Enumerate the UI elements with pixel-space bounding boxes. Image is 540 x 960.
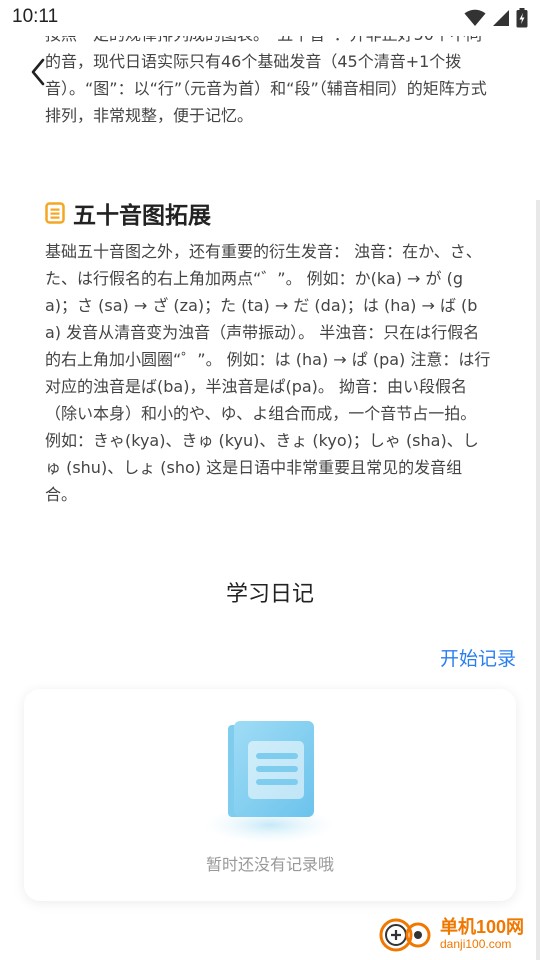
empty-record-card: 暂时还没有记录哦 — [24, 689, 516, 901]
intro-paragraph: 按照一定的规律排列成的图表。“五十音”：并非正好50个不同的音，现代日语实际只有… — [45, 36, 487, 125]
document-icon — [45, 202, 65, 224]
watermark-logo-icon — [379, 918, 431, 952]
diary-title: 学习日记 — [225, 582, 314, 607]
watermark: 单机100网 danji100.com — [376, 912, 536, 956]
battery-icon — [516, 8, 528, 28]
empty-notebook-icon — [204, 721, 336, 843]
watermark-text: 单机100网 danji100.com — [440, 918, 524, 950]
watermark-title: 单机100网 — [440, 917, 525, 937]
status-time: 10:11 — [12, 6, 59, 27]
status-bar: 10:11 — [0, 0, 540, 36]
back-button[interactable] — [22, 56, 54, 88]
status-icons — [464, 6, 528, 30]
signal-icon — [493, 10, 509, 26]
wifi-icon — [464, 9, 486, 26]
section-title: 五十音图拓展 — [73, 203, 211, 229]
watermark-url: danji100.com — [440, 937, 512, 951]
start-record-button[interactable]: 开始记录 — [440, 644, 516, 671]
empty-record-text: 暂时还没有记录哦 — [205, 855, 334, 874]
content-scroll[interactable]: 按照一定的规律排列成的图表。“五十音”：并非正好50个不同的音，现代日语实际只有… — [0, 36, 540, 960]
chevron-left-icon — [31, 58, 45, 86]
scrollbar[interactable] — [536, 200, 540, 960]
section-body: 基础五十音图之外，还有重要的衍生发音： 浊音：在か、さ、た、は行假名的右上角加两… — [45, 242, 491, 504]
section-header: 五十音图拓展 — [45, 196, 211, 230]
